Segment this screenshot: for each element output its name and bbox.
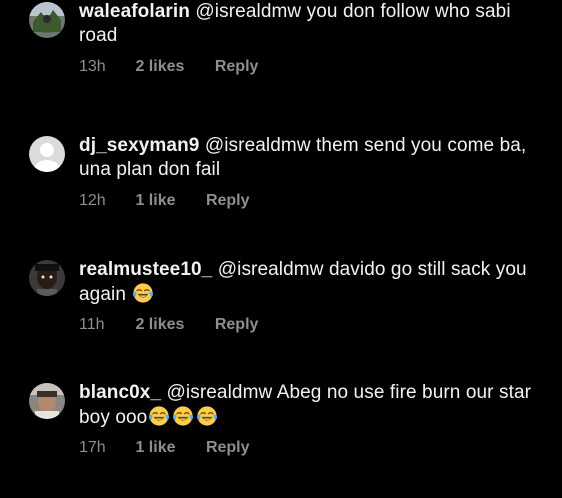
comment-emojis <box>147 406 219 428</box>
reply-button[interactable]: Reply <box>206 438 250 458</box>
comment-emojis <box>131 283 155 305</box>
comment-username[interactable]: waleafolarin <box>79 1 190 22</box>
face-with-tears-of-joy-icon <box>133 283 154 303</box>
avatar-image-icon <box>29 383 65 419</box>
reply-button[interactable]: Reply <box>206 191 250 211</box>
comment-text: dj_sexyman9 @isrealdmw them send you com… <box>79 134 549 182</box>
comment-meta: 11h 2 likes Reply <box>79 315 258 335</box>
comment-time: 11h <box>79 316 105 333</box>
default-avatar-icon <box>29 136 65 172</box>
face-with-tears-of-joy-icon <box>149 406 170 426</box>
comment-text: realmustee10_ @isrealdmw davido go still… <box>79 258 549 307</box>
face-with-tears-of-joy-icon <box>173 406 194 426</box>
avatar-image-icon <box>29 260 65 296</box>
comment-time: 17h <box>79 439 106 456</box>
face-with-tears-of-joy-icon <box>197 406 218 426</box>
comment-username[interactable]: blanc0x_ <box>79 382 161 403</box>
reply-button[interactable]: Reply <box>215 57 259 77</box>
comment-mention[interactable]: @isrealdmw <box>167 382 273 403</box>
comment-text: blanc0x_ @isrealdmw Abeg no use fire bur… <box>79 381 549 430</box>
avatar-image-icon <box>29 2 65 38</box>
comment-mention[interactable]: @isrealdmw <box>205 135 311 156</box>
avatar[interactable] <box>29 383 65 419</box>
comment-text: waleafolarin @isrealdmw you don follow w… <box>79 0 549 48</box>
comment-likes[interactable]: 2 likes <box>135 315 184 335</box>
comment-username[interactable]: realmustee10_ <box>79 259 212 280</box>
avatar[interactable] <box>29 2 65 38</box>
comment-mention[interactable]: @isrealdmw <box>195 1 301 22</box>
avatar[interactable] <box>29 260 65 296</box>
comment-likes[interactable]: 1 like <box>135 438 175 458</box>
avatar[interactable] <box>29 136 65 172</box>
comment-meta: 13h 2 likes Reply <box>79 57 258 77</box>
comment-likes[interactable]: 2 likes <box>135 57 184 77</box>
comment-meta: 12h 1 like Reply <box>79 191 250 211</box>
comment-username[interactable]: dj_sexyman9 <box>79 135 199 156</box>
comment-time: 12h <box>79 192 106 209</box>
reply-button[interactable]: Reply <box>215 315 259 335</box>
comment-mention[interactable]: @isrealdmw <box>218 259 324 280</box>
comment-time: 13h <box>79 58 106 75</box>
comment-meta: 17h 1 like Reply <box>79 438 250 458</box>
comment-likes[interactable]: 1 like <box>135 191 175 211</box>
